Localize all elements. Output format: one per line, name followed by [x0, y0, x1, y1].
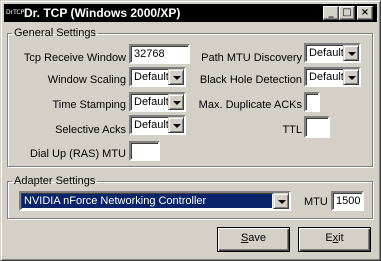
- adapter-mtu-input[interactable]: 1500: [331, 191, 364, 211]
- general-settings-legend: General Settings: [14, 27, 96, 39]
- max-duplicate-acks-input[interactable]: [304, 92, 320, 112]
- selective-acks-value: Default: [134, 119, 169, 131]
- black-hole-detection-label: Black Hole Detection: [199, 74, 302, 86]
- ttl-label: TTL: [282, 124, 302, 136]
- chevron-down-icon[interactable]: [168, 117, 184, 133]
- save-button-label: ave: [248, 232, 267, 244]
- exit-button[interactable]: Exit: [298, 227, 371, 252]
- title-bar[interactable]: DrTCP Dr. TCP (Windows 2000/XP) _ □ ×: [4, 4, 377, 22]
- adapter-select-value: NVIDIA nForce Networking Controller: [22, 194, 272, 208]
- close-button[interactable]: ×: [357, 6, 373, 20]
- chevron-down-icon[interactable]: [343, 45, 359, 61]
- window-title: Dr. TCP (Windows 2000/XP): [24, 6, 181, 20]
- time-stamping-select[interactable]: Default: [129, 92, 186, 112]
- chevron-down-icon[interactable]: [168, 94, 184, 110]
- adapter-select[interactable]: NVIDIA nForce Networking Controller: [19, 191, 291, 211]
- max-duplicate-acks-label: Max. Duplicate ACKs: [198, 99, 302, 111]
- save-button[interactable]: Save: [217, 227, 290, 252]
- path-mtu-discovery-select[interactable]: Default: [304, 43, 361, 63]
- minimize-button[interactable]: _: [323, 6, 339, 20]
- path-mtu-discovery-label: Path MTU Discovery: [201, 52, 302, 64]
- window-scaling-select[interactable]: Default: [129, 67, 186, 87]
- black-hole-detection-select[interactable]: Default: [304, 67, 361, 87]
- window-scaling-label: Window Scaling: [47, 74, 126, 86]
- black-hole-detection-value: Default: [309, 71, 344, 83]
- dial-up-mtu-input[interactable]: [129, 141, 160, 161]
- selective-acks-select[interactable]: Default: [129, 115, 186, 135]
- exit-button-label: it: [338, 232, 344, 244]
- time-stamping-value: Default: [134, 96, 169, 108]
- selective-acks-label: Selective Acks: [55, 124, 126, 136]
- exit-button-prefix: E: [325, 232, 333, 244]
- ttl-input[interactable]: [304, 116, 330, 138]
- window-scaling-value: Default: [134, 71, 169, 83]
- path-mtu-discovery-value: Default: [309, 47, 344, 59]
- tcp-receive-window-input[interactable]: 32768: [129, 44, 190, 64]
- dial-up-mtu-label: Dial Up (RAS) MTU: [30, 148, 126, 160]
- tcp-receive-window-label: Tcp Receive Window: [23, 52, 126, 64]
- dr-tcp-window: DrTCP Dr. TCP (Windows 2000/XP) _ □ × Ge…: [0, 0, 381, 261]
- chevron-down-icon[interactable]: [168, 69, 184, 85]
- adapter-settings-legend: Adapter Settings: [14, 175, 96, 187]
- maximize-button[interactable]: □: [339, 6, 355, 20]
- chevron-down-icon[interactable]: [273, 193, 289, 209]
- time-stamping-label: Time Stamping: [52, 99, 126, 111]
- app-icon: DrTCP: [6, 9, 25, 16]
- chevron-down-icon[interactable]: [343, 69, 359, 85]
- adapter-mtu-label: MTU: [304, 196, 328, 208]
